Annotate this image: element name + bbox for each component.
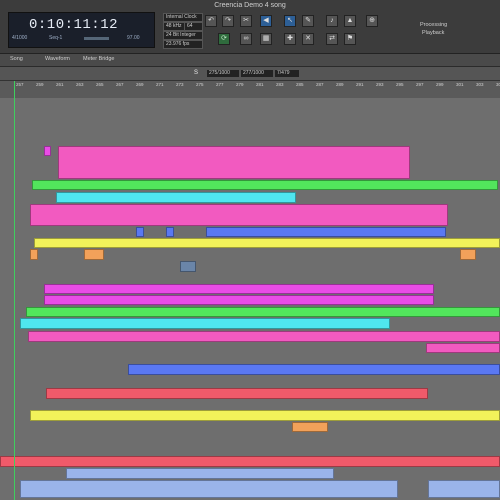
clip[interactable] xyxy=(30,204,448,226)
ruler-tick: 275 xyxy=(196,82,204,87)
window-title: Creencia Demo 4 song xyxy=(214,2,286,9)
clip[interactable] xyxy=(44,295,434,305)
tab-meter-bridge[interactable]: Meter Bridge xyxy=(83,56,115,62)
tempo-slider[interactable] xyxy=(84,37,109,40)
clip[interactable] xyxy=(460,249,476,260)
timeline-ruler[interactable]: 257 259 261 263 265 267 269 271 273 275 277 279 281 2… xyxy=(0,81,500,99)
ruler-tick: 261 xyxy=(56,82,64,87)
ruler-tick: 279 xyxy=(236,82,244,87)
grid-icon[interactable]: ▦ xyxy=(260,33,272,45)
ruler-tick: 257 xyxy=(16,82,24,87)
frame-rate-select[interactable]: 23.976 fps xyxy=(163,40,203,49)
buffer-size-select[interactable]: 64 xyxy=(184,22,203,31)
ruler-tick: 299 xyxy=(436,82,444,87)
undo-icon[interactable]: ↶ xyxy=(205,15,217,27)
ruler-tick: 287 xyxy=(316,82,324,87)
ruler-tick: 293 xyxy=(376,82,384,87)
ruler-tick: 273 xyxy=(176,82,184,87)
ruler-tick: 259 xyxy=(36,82,44,87)
clip[interactable] xyxy=(28,331,500,342)
clip[interactable] xyxy=(20,480,398,498)
tab-waveform[interactable]: Waveform xyxy=(45,56,70,62)
ruler-tick: 265 xyxy=(96,82,104,87)
status-playback: Playback xyxy=(422,30,445,36)
locator-length[interactable]: 7/479 xyxy=(274,69,300,78)
ruler-tick: 271 xyxy=(156,82,164,87)
clip[interactable] xyxy=(58,146,410,179)
clip[interactable] xyxy=(136,227,144,237)
clip[interactable] xyxy=(426,343,500,353)
nudge-icon[interactable]: ⇄ xyxy=(326,33,338,45)
ruler-tick: 263 xyxy=(76,82,84,87)
main-toolbar: Creencia Demo 4 song 0:10:11:12 4/1000 S… xyxy=(0,0,500,54)
clip[interactable] xyxy=(30,249,38,260)
tracks-area[interactable] xyxy=(0,98,500,500)
playhead[interactable] xyxy=(14,81,15,500)
ruler-tick: 281 xyxy=(256,82,264,87)
ruler-tick: 303 xyxy=(476,82,484,87)
clip[interactable] xyxy=(428,480,500,498)
midi-icon[interactable]: ♪ xyxy=(326,15,338,27)
locator-end[interactable]: 277/1000 xyxy=(240,69,274,78)
metronome-icon[interactable]: ▲ xyxy=(344,15,356,27)
redo-icon[interactable]: ↷ xyxy=(222,15,234,27)
clip[interactable] xyxy=(180,261,196,272)
clip[interactable] xyxy=(56,192,296,203)
clip[interactable] xyxy=(0,456,500,467)
tab-bar: Song Waveform Meter Bridge xyxy=(0,54,500,67)
locator-bar: S 275/1000 277/1000 7/479 xyxy=(0,67,500,81)
clip[interactable] xyxy=(46,388,428,399)
loop-icon[interactable]: ⟳ xyxy=(218,33,230,45)
clip[interactable] xyxy=(84,249,104,260)
clip[interactable] xyxy=(66,468,334,479)
tab-song[interactable]: Song xyxy=(10,56,23,62)
tempo-value: 97.00 xyxy=(127,35,140,41)
locator-marker: S xyxy=(194,70,199,76)
clip[interactable] xyxy=(34,238,500,248)
speaker-icon[interactable]: ◀ xyxy=(260,15,272,27)
flag-icon[interactable]: ⚑ xyxy=(344,33,356,45)
bit-depth-select[interactable]: 24 Bit Integer xyxy=(163,31,203,40)
ruler-tick: 305 xyxy=(496,82,500,87)
crosshair-icon[interactable]: ✚ xyxy=(284,33,296,45)
clip[interactable] xyxy=(26,307,500,317)
position-small: 4/1000 xyxy=(12,35,28,41)
clip[interactable] xyxy=(44,284,434,294)
ruler-tick: 283 xyxy=(276,82,284,87)
clip[interactable] xyxy=(292,422,328,432)
ruler-tick: 269 xyxy=(136,82,144,87)
clock-source-select[interactable]: Internal Clock xyxy=(163,13,203,22)
clip[interactable] xyxy=(20,318,390,329)
arrow-tool-icon[interactable]: ↖ xyxy=(284,15,296,27)
clip[interactable] xyxy=(128,364,500,375)
link-icon[interactable]: ∞ xyxy=(240,33,252,45)
ruler-tick: 289 xyxy=(336,82,344,87)
clip[interactable] xyxy=(44,146,51,156)
locator-start[interactable]: 275/1000 xyxy=(206,69,240,78)
time-counter: 0:10:11:12 xyxy=(29,17,119,33)
ruler-tick: 277 xyxy=(216,82,224,87)
clip[interactable] xyxy=(166,227,174,237)
ruler-tick: 301 xyxy=(456,82,464,87)
zoom-icon[interactable]: ⊕ xyxy=(366,15,378,27)
ruler-tick: 297 xyxy=(416,82,424,87)
clip[interactable] xyxy=(30,410,500,421)
ruler-tick: 295 xyxy=(396,82,404,87)
pencil-tool-icon[interactable]: ✎ xyxy=(302,15,314,27)
clip[interactable] xyxy=(32,180,498,190)
close-icon[interactable]: ✕ xyxy=(302,33,314,45)
status-processing: Processing xyxy=(420,22,448,28)
scissors-icon[interactable]: ✂ xyxy=(240,15,252,27)
ruler-tick: 285 xyxy=(296,82,304,87)
ruler-tick: 267 xyxy=(116,82,124,87)
sequence-name[interactable]: Seq-1 xyxy=(49,35,62,41)
clip[interactable] xyxy=(206,227,446,237)
transport-display[interactable]: 0:10:11:12 4/1000 Seq-1 97.00 xyxy=(8,12,155,48)
ruler-tick: 291 xyxy=(356,82,364,87)
